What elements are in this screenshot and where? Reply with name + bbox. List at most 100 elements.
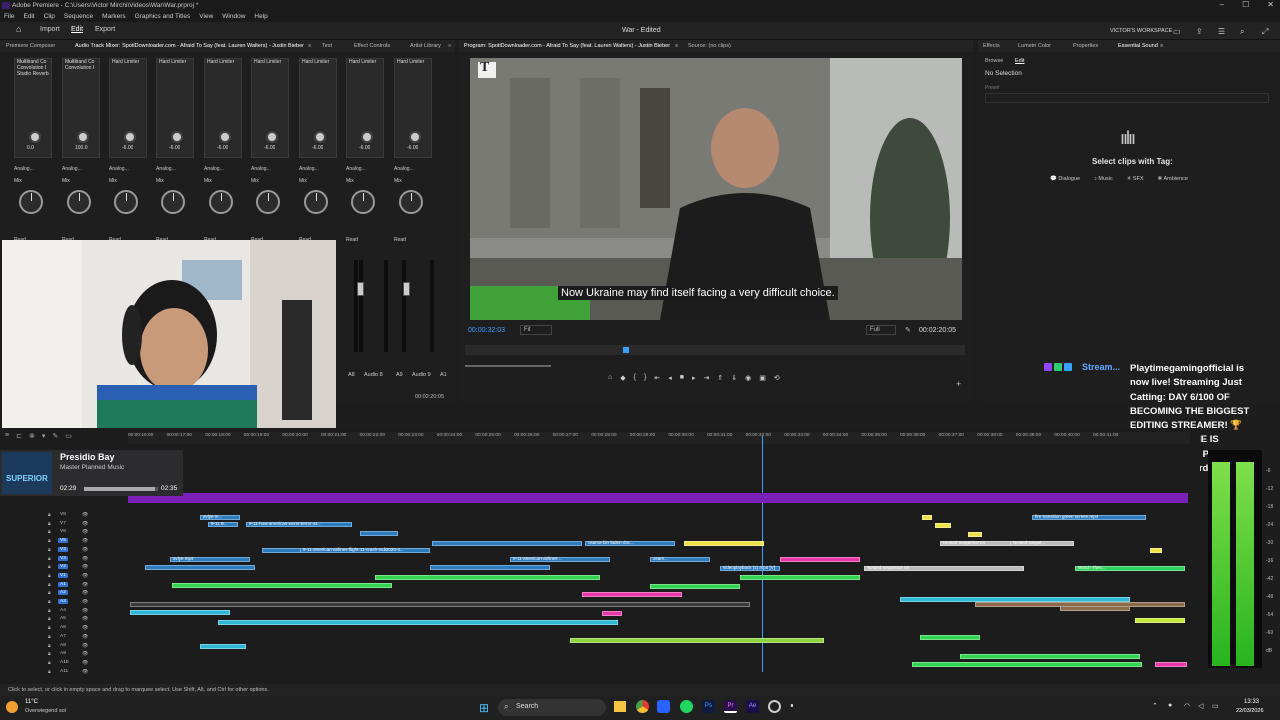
- input-select[interactable]: Analog...: [346, 165, 384, 173]
- track-label[interactable]: V2: [58, 564, 68, 570]
- multicam-icon[interactable]: ▣: [759, 374, 766, 384]
- channel-effects-rack[interactable]: Hard Limiter -6.00: [109, 58, 147, 158]
- track-label[interactable]: A11: [58, 669, 70, 674]
- track-header[interactable]: 🔒︎ V4 👁︎: [30, 546, 126, 554]
- track-label[interactable]: V1: [58, 572, 68, 578]
- channel-effects-rack[interactable]: Hard Limiter -6.00: [204, 58, 242, 158]
- track-header[interactable]: 🔒︎ A3 👁︎: [30, 599, 126, 606]
- track-header[interactable]: 🔒︎ V1 👁︎: [30, 572, 126, 580]
- send-knob[interactable]: [361, 131, 373, 143]
- input-select[interactable]: Analog...: [62, 165, 100, 173]
- menu-icon[interactable]: ≡: [5, 432, 9, 442]
- effect-slot[interactable]: Hard Limiter: [157, 59, 193, 65]
- timeline-clip[interactable]: 9-11-american-airlines-...: [510, 556, 610, 562]
- timeline-clip[interactable]: [684, 541, 764, 546]
- track-label[interactable]: A1: [58, 581, 68, 587]
- mute-icon[interactable]: 👁︎: [82, 651, 88, 657]
- mute-icon[interactable]: 👁︎: [82, 599, 88, 605]
- lock-icon[interactable]: 🔒︎: [48, 651, 51, 657]
- track-header[interactable]: 🔒︎ A11 👁︎: [30, 669, 126, 676]
- channel-effects-rack[interactable]: Hard Limiter -6.00: [251, 58, 289, 158]
- pan-knob[interactable]: [19, 190, 43, 214]
- nav-export[interactable]: Export: [95, 26, 115, 33]
- mute-icon[interactable]: 👁︎: [82, 582, 88, 588]
- output-select[interactable]: Mix: [14, 177, 52, 185]
- lock-icon[interactable]: 🔒︎: [48, 608, 51, 614]
- send-knob[interactable]: [314, 131, 326, 143]
- track-header[interactable]: 🔒︎ V2 👁︎: [30, 564, 126, 571]
- eye-icon[interactable]: 👁︎: [82, 529, 88, 535]
- timeline-clip[interactable]: osama-bin-laden-doc...: [585, 540, 675, 546]
- preset-select[interactable]: [985, 93, 1269, 103]
- eye-icon[interactable]: 👁︎: [82, 556, 88, 562]
- menu-window[interactable]: Window: [222, 11, 245, 22]
- nav-import[interactable]: Import: [40, 26, 60, 33]
- track-label[interactable]: A9: [58, 651, 68, 656]
- send-knob[interactable]: [219, 131, 231, 143]
- subtab-edit[interactable]: Edit: [1015, 58, 1024, 64]
- input-select[interactable]: Analog...: [394, 165, 432, 173]
- track-header[interactable]: 🔒︎ A7 👁︎: [30, 634, 126, 641]
- menu-markers[interactable]: Markers: [102, 11, 125, 22]
- output-select[interactable]: Mix: [62, 177, 100, 185]
- pan-knob[interactable]: [67, 190, 91, 214]
- timeline-clip[interactable]: [375, 575, 600, 580]
- pan-knob[interactable]: [256, 190, 280, 214]
- track-label[interactable]: V4: [58, 546, 68, 552]
- tab-lumetri[interactable]: Lumetri Color: [1018, 40, 1051, 52]
- send-knob[interactable]: [266, 131, 278, 143]
- effect-slot[interactable]: Hard Limiter: [347, 59, 383, 65]
- track-label[interactable]: A4: [58, 608, 68, 613]
- timeline-clip[interactable]: [218, 620, 618, 625]
- eye-icon[interactable]: 👁︎: [82, 521, 88, 527]
- timeline-clip[interactable]: Nested Sequence 04: [864, 565, 1024, 571]
- timeline-clip[interactable]: [200, 644, 246, 649]
- subtab-browse[interactable]: Browse: [985, 58, 1003, 64]
- output-select[interactable]: Mix: [394, 177, 432, 185]
- lock-icon[interactable]: 🔒︎: [48, 547, 51, 553]
- next-frame-icon[interactable]: ▸: [692, 374, 696, 384]
- obs-icon[interactable]: [768, 700, 781, 713]
- timeline-clip[interactable]: 9-11-how-americas-worst-terror-at...: [246, 521, 352, 527]
- output-select[interactable]: Mix: [204, 177, 242, 185]
- track-header[interactable]: 🔒︎ V8 👁︎: [30, 512, 126, 519]
- track-header[interactable]: 🔒︎ A10 👁︎: [30, 660, 126, 667]
- timeline-clip[interactable]: avlye.m...: [200, 514, 240, 520]
- photoshop-icon[interactable]: Ps: [702, 700, 715, 713]
- camera-icon[interactable]: ◉: [745, 374, 751, 384]
- mute-icon[interactable]: 👁︎: [82, 643, 88, 649]
- lock-icon[interactable]: 🔒︎: [48, 556, 51, 562]
- eye-icon[interactable]: 👁︎: [82, 512, 88, 518]
- mark-in-icon[interactable]: ⌂: [608, 374, 612, 384]
- automation-select[interactable]: Read: [346, 236, 384, 244]
- track-header[interactable]: 🔒︎ A5 👁︎: [30, 616, 126, 623]
- start-icon[interactable]: ⊞: [479, 701, 489, 715]
- track-label[interactable]: A2: [58, 590, 68, 596]
- premiere-icon[interactable]: Pr: [724, 700, 737, 713]
- vr-icon[interactable]: ⟲: [774, 374, 780, 384]
- timeline-clip[interactable]: [430, 565, 550, 570]
- track-header[interactable]: 🔒︎ V5 👁︎: [30, 538, 126, 545]
- track-label[interactable]: V8: [58, 512, 68, 517]
- track-header[interactable]: 🔒︎ A4 👁︎: [30, 608, 126, 615]
- tag-sfx-button[interactable]: ✳ SFX: [1127, 176, 1144, 182]
- program-timecode[interactable]: 00:00:32:03: [468, 327, 505, 334]
- timeline-clip[interactable]: 9-11-american-airlines-flight-11-crash-m…: [300, 547, 430, 553]
- esound-menu-icon[interactable]: ≡: [1160, 40, 1163, 52]
- timeline-clip[interactable]: fire transition green screen.mp4: [1032, 514, 1146, 520]
- timeline-clip[interactable]: [432, 541, 582, 546]
- track-label[interactable]: A6: [58, 625, 68, 630]
- timeline-clip[interactable]: [130, 610, 230, 615]
- timeline-clip[interactable]: [650, 584, 740, 589]
- tab-source[interactable]: Source: (no clips): [688, 40, 731, 52]
- menu-edit[interactable]: Edit: [23, 11, 34, 22]
- linked-selection-icon[interactable]: ⊗: [29, 432, 35, 442]
- more-tabs-icon[interactable]: »: [448, 40, 451, 52]
- tab-program[interactable]: Program: SpotiDownloader.com - Afraid To…: [464, 40, 670, 52]
- taskbar-search[interactable]: ⌕ Search: [498, 699, 606, 716]
- track-header[interactable]: 🔒︎ A1 👁︎: [30, 581, 126, 589]
- eye-icon[interactable]: 👁︎: [82, 538, 88, 544]
- channel-effects-rack[interactable]: Hard Limiter -6.00: [156, 58, 194, 158]
- timeline-clip[interactable]: [780, 557, 860, 562]
- nav-edit[interactable]: Edit: [71, 26, 83, 33]
